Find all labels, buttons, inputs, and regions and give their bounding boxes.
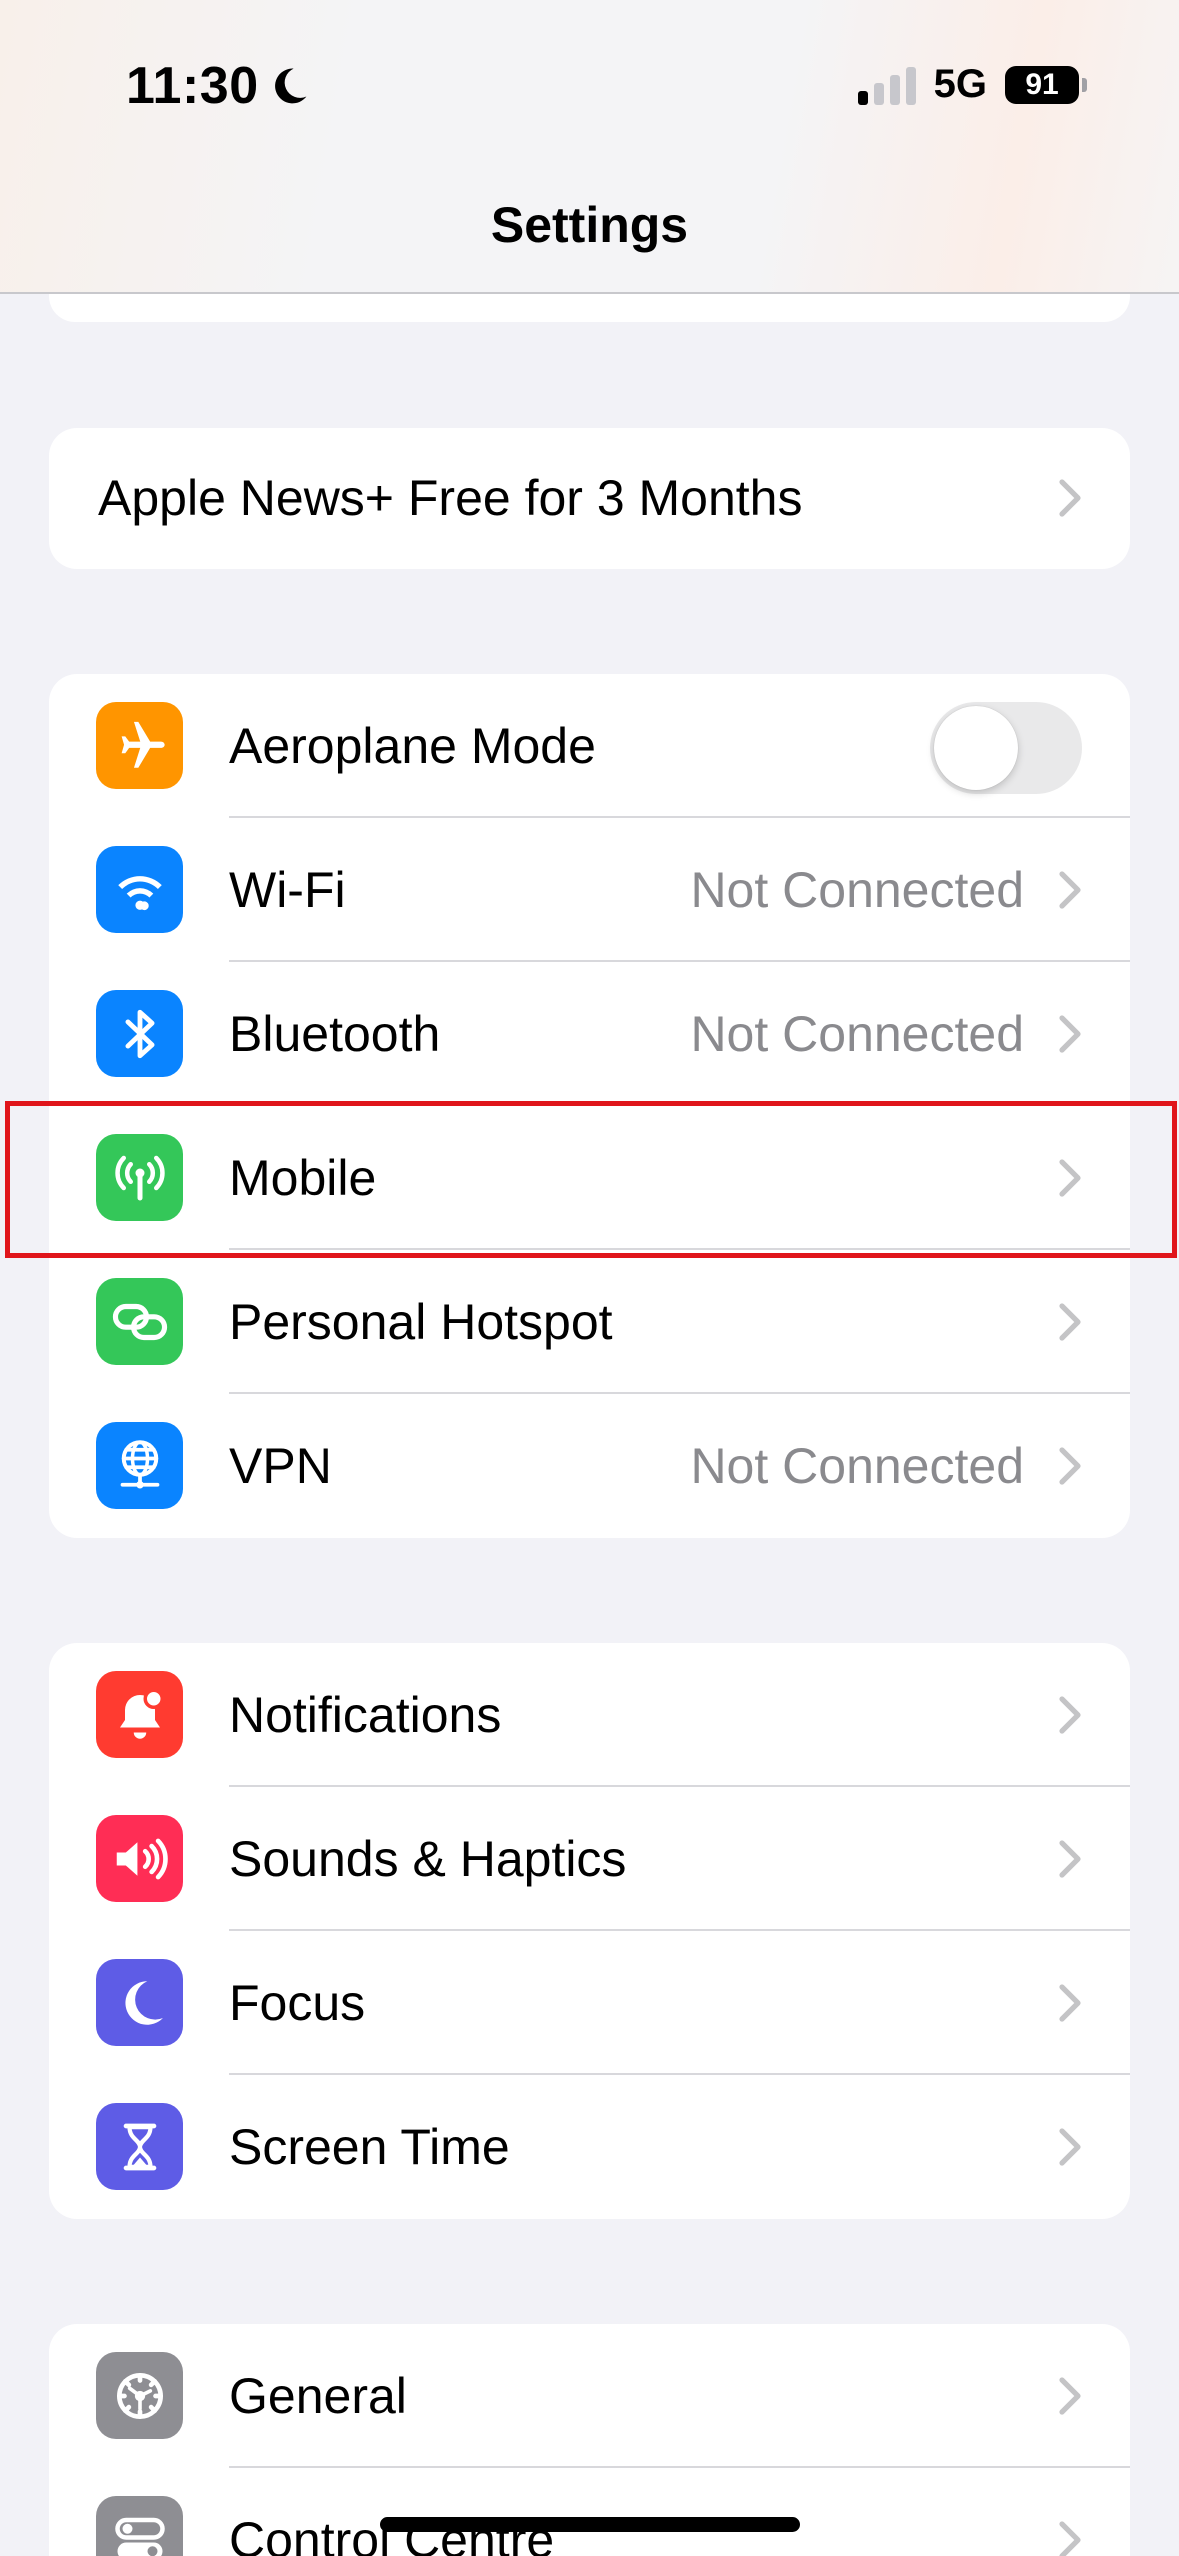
chevron-right-icon <box>1059 1696 1081 1734</box>
focus-row[interactable]: Focus <box>49 1931 1130 2075</box>
mobile-label: Mobile <box>229 1150 377 1206</box>
aeroplane-mode-toggle[interactable] <box>930 702 1082 794</box>
antenna-icon <box>96 1134 183 1221</box>
mobile-row[interactable]: Mobile <box>49 1106 1130 1250</box>
general-label: General <box>229 2368 407 2424</box>
link-icon <box>96 1278 183 1365</box>
network-type: 5G <box>933 62 987 106</box>
status-time: 11:30 <box>126 56 311 116</box>
chevron-right-icon <box>1059 1447 1081 1485</box>
aeroplane-mode-row: Aeroplane Mode <box>49 674 1130 818</box>
status-time-text: 11:30 <box>126 57 259 115</box>
chevron-right-icon <box>1059 1303 1081 1341</box>
moon-icon <box>96 1959 183 2046</box>
chevron-right-icon <box>1059 1159 1081 1197</box>
bluetooth-row[interactable]: Bluetooth Not Connected <box>49 962 1130 1106</box>
status-indicators: 5G 91 <box>857 62 1087 107</box>
chevron-right-icon <box>1059 2377 1081 2415</box>
battery-icon: 91 <box>1005 65 1087 104</box>
promo-group: Apple News+ Free for 3 Months <box>49 428 1130 569</box>
top-bar: 11:30 5G 91 Settings <box>0 0 1179 294</box>
sounds-haptics-label: Sounds & Haptics <box>229 1831 627 1887</box>
wifi-icon <box>96 846 183 933</box>
chevron-right-icon <box>1059 1984 1081 2022</box>
vpn-status: Not Connected <box>690 1438 1024 1494</box>
toggle-knob <box>934 706 1018 790</box>
home-indicator[interactable] <box>380 2517 800 2532</box>
chevron-right-icon <box>1059 2521 1081 2556</box>
screen-time-row[interactable]: Screen Time <box>49 2075 1130 2219</box>
general-row[interactable]: General <box>49 2324 1130 2468</box>
airplane-icon <box>96 702 183 789</box>
wifi-label: Wi-Fi <box>229 862 346 918</box>
screen-time-label: Screen Time <box>229 2119 510 2175</box>
chevron-right-icon <box>1059 2128 1081 2166</box>
moon-icon <box>274 68 307 104</box>
focus-label: Focus <box>229 1975 366 2031</box>
vpn-row[interactable]: VPN Not Connected <box>49 1394 1130 1538</box>
alerts-group: Notifications Sounds & Haptics Focus Scr… <box>49 1643 1130 2219</box>
bluetooth-icon <box>96 990 183 1077</box>
control-centre-row[interactable]: Control Centre <box>49 2468 1130 2556</box>
personal-hotspot-row[interactable]: Personal Hotspot <box>49 1250 1130 1394</box>
globe-icon <box>96 1422 183 1509</box>
cellular-signal-icon <box>857 65 916 105</box>
apple-news-promo-label: Apple News+ Free for 3 Months <box>98 470 803 526</box>
bell-icon <box>96 1671 183 1758</box>
battery-level: 91 <box>1025 67 1059 101</box>
bluetooth-status: Not Connected <box>690 1006 1024 1062</box>
switches-icon <box>96 2496 183 2556</box>
connectivity-group: Aeroplane Mode Wi-Fi Not Connected Bluet… <box>49 674 1130 1538</box>
speaker-icon <box>96 1815 183 1902</box>
chevron-right-icon <box>1059 1840 1081 1878</box>
chevron-right-icon <box>1059 871 1081 909</box>
notifications-label: Notifications <box>229 1687 502 1743</box>
personal-hotspot-label: Personal Hotspot <box>229 1294 613 1350</box>
apple-news-promo-row[interactable]: Apple News+ Free for 3 Months <box>49 428 1130 569</box>
wifi-status: Not Connected <box>690 862 1024 918</box>
vpn-label: VPN <box>229 1438 332 1494</box>
chevron-right-icon <box>1059 479 1081 517</box>
notifications-row[interactable]: Notifications <box>49 1643 1130 1787</box>
page-title: Settings <box>490 197 689 253</box>
hourglass-icon <box>96 2103 183 2190</box>
gear-icon <box>96 2352 183 2439</box>
control-centre-label: Control Centre <box>229 2512 555 2556</box>
bluetooth-label: Bluetooth <box>229 1006 441 1062</box>
wifi-row[interactable]: Wi-Fi Not Connected <box>49 818 1130 962</box>
chevron-right-icon <box>1059 1015 1081 1053</box>
aeroplane-mode-label: Aeroplane Mode <box>229 718 596 774</box>
sounds-haptics-row[interactable]: Sounds & Haptics <box>49 1787 1130 1931</box>
